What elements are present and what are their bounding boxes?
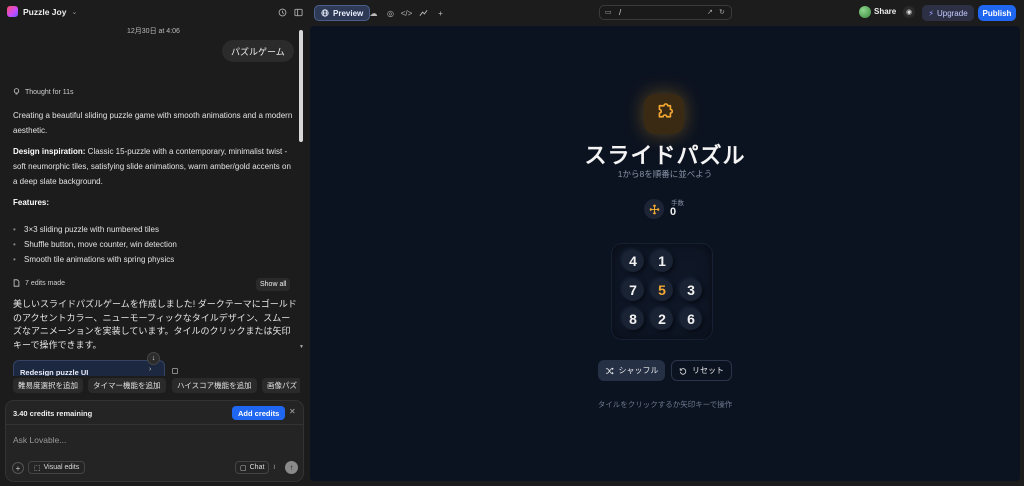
chat-input[interactable]: Ask Lovable...: [13, 435, 66, 445]
share-button[interactable]: Share: [874, 7, 896, 16]
shuffle-icon: [605, 367, 614, 374]
design-inspiration: Design inspiration: Classic 15-puzzle wi…: [13, 144, 293, 189]
moves-counter: 0: [670, 206, 677, 218]
top-bar: Puzzle Joy ⌄ Preview ☁ ◎ </> + ▭ / ↗ ↻ S…: [0, 0, 1024, 26]
sidebar-toggle-icon[interactable]: [292, 6, 305, 19]
puzzle-tile[interactable]: 7: [622, 279, 644, 301]
suggestion-chip[interactable]: ハイスコア機能を追加: [172, 378, 257, 393]
puzzle-tile[interactable]: 5: [651, 279, 673, 301]
suggestion-chip[interactable]: タイマー機能を追加: [88, 378, 166, 393]
puzzle-tile[interactable]: 8: [622, 308, 644, 330]
features-heading: Features:: [13, 198, 50, 207]
avatar[interactable]: [859, 6, 871, 18]
credits-banner: 3.40 credits remaining Add credits ✕: [6, 401, 303, 425]
github-icon[interactable]: ◉: [903, 6, 915, 18]
add-credits-button[interactable]: Add credits: [232, 406, 286, 420]
version-card[interactable]: Redesign puzzle UI ›: [13, 360, 165, 376]
code-icon[interactable]: </>: [400, 5, 413, 21]
game-title: スライドパズル: [584, 143, 746, 168]
move-arrows-icon: [644, 199, 664, 219]
thought-indicator[interactable]: Thought for 11s: [13, 88, 74, 96]
close-icon[interactable]: ✕: [289, 407, 296, 416]
attach-plus-button[interactable]: +: [12, 462, 24, 474]
features-list: 3×3 sliding puzzle with numbered tiles S…: [13, 222, 293, 267]
plus-icon[interactable]: +: [434, 5, 447, 21]
history-icon[interactable]: [276, 6, 289, 19]
puzzle-tile[interactable]: 2: [651, 308, 673, 330]
scroll-to-bottom-button[interactable]: ↓: [147, 352, 160, 365]
lightbulb-icon: [13, 88, 20, 95]
edits-label: 7 edits made: [25, 279, 66, 287]
rotate-ccw-icon: [679, 367, 687, 375]
edits-summary: 7 edits made: [13, 279, 65, 287]
globe-icon: [321, 9, 329, 17]
monitor-icon[interactable]: ▭: [605, 8, 612, 16]
list-item: Shuffle button, move counter, win detect…: [13, 237, 293, 252]
visual-edits-label: Visual edits: [43, 464, 80, 471]
publish-button[interactable]: Publish: [978, 5, 1016, 21]
chat-mode-button[interactable]: ▢ Chat: [235, 461, 270, 474]
tab-preview-label: Preview: [333, 8, 364, 18]
list-item: 3×3 sliding puzzle with numbered tiles: [13, 222, 293, 237]
thought-label: Thought for 11s: [25, 88, 74, 96]
scroll-down-icon[interactable]: ▼: [299, 344, 304, 350]
show-all-button[interactable]: Show all: [256, 278, 291, 291]
puzzle-tile[interactable]: 6: [680, 308, 702, 330]
file-icon: [13, 279, 20, 287]
external-link-icon[interactable]: ↗: [707, 8, 713, 16]
bolt-icon: ⚡: [928, 8, 934, 18]
upgrade-label: Upgrade: [936, 8, 968, 18]
puzzle-board: 4 1 7 5 3 8 2 6: [612, 244, 712, 339]
visual-edits-button[interactable]: ⬚ Visual edits: [28, 461, 86, 474]
message-timestamp: 12月30日 at 4:06: [127, 28, 180, 35]
assistant-summary: 美しいスライドパズルゲームを作成しました! ダークテーマにゴールドのアクセントカ…: [13, 299, 297, 350]
chat-panel: ▼ 12月30日 at 4:06 パズルゲーム Thought for 11s …: [0, 26, 309, 486]
tab-preview[interactable]: Preview: [314, 5, 371, 21]
upgrade-button[interactable]: ⚡ Upgrade: [922, 5, 974, 21]
project-name: Puzzle Joy: [23, 6, 67, 17]
user-message: パズルゲーム: [222, 40, 294, 62]
puzzle-tile[interactable]: 3: [680, 279, 702, 301]
puzzle-tile[interactable]: 1: [651, 250, 673, 272]
version-card-title: Redesign puzzle UI: [20, 368, 89, 376]
reset-label: リセット: [692, 366, 724, 375]
url-bar[interactable]: ▭ / ↗ ↻: [599, 5, 732, 20]
cloud-icon[interactable]: ☁: [367, 5, 380, 21]
palette-icon[interactable]: ◎: [384, 5, 397, 21]
analytics-icon[interactable]: [417, 5, 430, 21]
suggestion-chip[interactable]: 画像パズ: [262, 378, 300, 393]
reset-button[interactable]: リセット: [671, 360, 732, 381]
scrollbar-thumb[interactable]: [299, 30, 303, 142]
app-preview: スライドパズル 1から8を順番に並べよう 手数 0 4 1 7 5 3 8 2 …: [310, 26, 1020, 481]
project-menu[interactable]: Puzzle Joy ⌄: [7, 6, 77, 17]
chat-mode-label: Chat: [249, 464, 265, 471]
lovable-heart-icon: [7, 6, 18, 17]
chat-bubble-icon: ▢: [240, 464, 247, 472]
chat-composer: 3.40 credits remaining Add credits ✕ Ask…: [5, 400, 304, 482]
chevron-down-icon: ⌄: [71, 8, 78, 16]
cursor-select-icon: ⬚: [34, 464, 41, 472]
credits-remaining: 3.40 credits remaining: [13, 409, 93, 418]
chevron-right-icon: ›: [149, 366, 152, 373]
chat-scrollbar[interactable]: [299, 30, 303, 360]
list-item: Smooth tile animations with spring physi…: [13, 252, 293, 267]
suggestion-chip[interactable]: 難易度選択を追加: [13, 378, 83, 393]
url-path: /: [619, 8, 622, 17]
copy-icon[interactable]: [172, 368, 178, 374]
voice-icon[interactable]: ≀: [273, 463, 276, 471]
shuffle-label: シャッフル: [618, 366, 659, 375]
suggestion-chips: 難易度選択を追加 タイマー機能を追加 ハイスコア機能を追加 画像パズ: [13, 378, 300, 394]
puzzle-tile[interactable]: 4: [622, 250, 644, 272]
puzzle-piece-icon: [644, 94, 684, 134]
game-subtitle: 1から8を順番に並べよう: [617, 169, 713, 179]
refresh-icon[interactable]: ↻: [719, 8, 725, 16]
send-button[interactable]: ↑: [285, 461, 298, 474]
instructions-hint: タイルをクリックするか矢印キーで操作: [597, 400, 733, 409]
assistant-intro: Creating a beautiful sliding puzzle game…: [13, 111, 293, 135]
design-label: Design inspiration:: [13, 147, 86, 156]
shuffle-button[interactable]: シャッフル: [598, 360, 665, 381]
